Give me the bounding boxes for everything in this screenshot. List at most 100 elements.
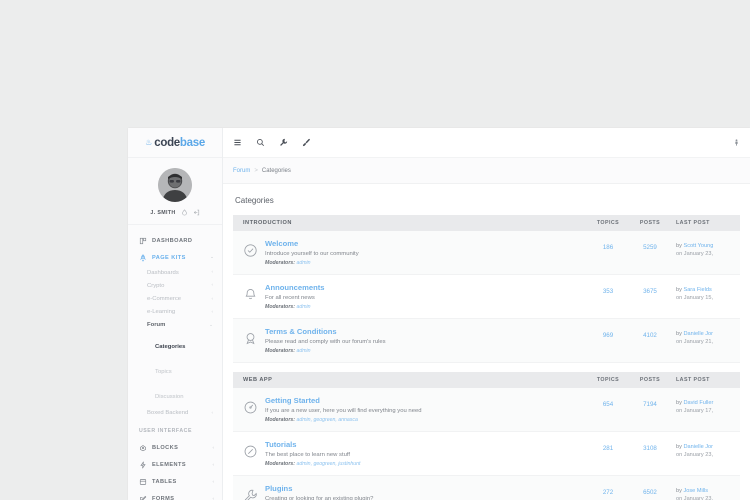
breadcrumb-link-forum[interactable]: Forum [233, 168, 250, 174]
forms-icon [139, 495, 147, 500]
sidebar-subitem-e-commerce[interactable]: e-Commerce ‹ [128, 292, 222, 305]
forum-title[interactable]: Getting Started [265, 396, 586, 405]
column-header-posts: POSTS [630, 220, 670, 226]
chevron-right-icon: ‹ [211, 411, 213, 416]
sidebar-item-label: PAGE KITS [152, 255, 205, 261]
moderators-label: Moderators: [265, 304, 295, 310]
moderator-link[interactable]: admin, geogreen, annasca [296, 417, 357, 423]
logout-icon[interactable] [193, 209, 200, 216]
table-row[interactable]: Terms & Conditions Please read and compl… [233, 319, 740, 363]
sidebar-subitem-label: Forum [147, 322, 165, 328]
forum-icon-wrap [243, 239, 265, 258]
droplet-icon[interactable] [181, 209, 188, 216]
category-header: INTRODUCTION TOPICS POSTS LAST POST [233, 215, 740, 231]
forum-moderators: Moderators: admin, geogreen, justinhunt [265, 461, 586, 467]
brand-logo[interactable]: ♨ codebase [128, 128, 222, 158]
chevron-right-icon: ‹ [212, 446, 214, 451]
column-header-topics: TOPICS [586, 220, 630, 226]
chevron-right-icon: ‹ [212, 480, 214, 485]
forum-moderators: Moderators: admin [265, 304, 586, 310]
last-post-author[interactable]: David Fuller [683, 400, 713, 406]
forum-icon-wrap [243, 327, 265, 346]
user-profile: J. SMITH [128, 158, 222, 225]
forum-submenu: Categories Topics Discussion [128, 332, 222, 406]
moderators-label: Moderators: [265, 260, 295, 266]
sidebar-subitem-boxed-backend[interactable]: Boxed Backend ‹ [128, 406, 222, 419]
forum-topics-count: 186 [586, 239, 630, 251]
sidebar-item-label: FORMS [152, 496, 207, 500]
page-kits-submenu: Dashboards ‹ Crypto ‹ e-Commerce ‹ e-Lea… [128, 266, 222, 419]
forum-last-post: by Danielle Jor on January 23, [670, 440, 730, 458]
forum-description: For all recent news [265, 295, 586, 301]
blocks-icon [139, 444, 147, 452]
sidebar-subitem-e-learning[interactable]: e-Learning ‹ [128, 306, 222, 319]
search-icon[interactable] [256, 138, 265, 147]
hamburger-menu-icon[interactable] [233, 138, 242, 147]
brand-name-part1: code [154, 137, 180, 149]
breadcrumb: Forum > Categories [223, 158, 750, 184]
flame-icon: ♨ [145, 139, 152, 147]
award-icon [243, 331, 258, 346]
sidebar-subitem-crypto[interactable]: Crypto ‹ [128, 279, 222, 292]
person-icon[interactable] [733, 137, 740, 148]
forum-description: Please read and comply with our forum's … [265, 339, 586, 345]
app-window: ♨ codebase [128, 128, 750, 500]
forum-title[interactable]: Announcements [265, 283, 586, 292]
moderator-link[interactable]: admin, geogreen, justinhunt [296, 461, 360, 467]
topbar-right [733, 137, 740, 148]
forum-topics-count: 272 [586, 484, 630, 496]
profile-name: J. SMITH [150, 210, 175, 216]
sidebar-item-topics[interactable]: Topics [128, 357, 222, 382]
last-post-author[interactable]: Jose Mills [683, 488, 708, 494]
forum-title[interactable]: Welcome [265, 239, 586, 248]
last-post-author[interactable]: Danielle Jor [683, 331, 713, 337]
table-row[interactable]: Tutorials The best place to learn new st… [233, 432, 740, 476]
sidebar-item-dashboard[interactable]: DASHBOARD [128, 232, 222, 249]
content-area: Categories INTRODUCTION TOPICS POSTS LAS… [223, 184, 750, 500]
category-name: INTRODUCTION [243, 220, 586, 226]
moderator-link[interactable]: admin [296, 304, 310, 310]
last-post-author[interactable]: Sara Fields [683, 287, 711, 293]
table-row[interactable]: Getting Started If you are a new user, h… [233, 388, 740, 432]
rocket-icon [139, 254, 147, 262]
forum-title[interactable]: Tutorials [265, 440, 586, 449]
tables-icon [139, 478, 147, 486]
sidebar-item-elements[interactable]: ELEMENTS ‹ [128, 456, 222, 473]
sidebar-item-page-kits[interactable]: PAGE KITS ⌄ [128, 249, 222, 266]
sidebar-section-user-interface: USER INTERFACE [128, 419, 222, 439]
sidebar-subitem-dashboards[interactable]: Dashboards ‹ [128, 266, 222, 279]
sidebar-subitem-forum[interactable]: Forum ⌄ [128, 319, 222, 332]
chevron-right-icon: ‹ [211, 310, 213, 315]
forum-last-post: by Sara Fields on January 15, [670, 283, 730, 301]
last-post-author[interactable]: Scott Young [683, 243, 713, 249]
table-row[interactable]: Plugins Creating or looking for an exist… [233, 476, 740, 500]
topbar [223, 128, 750, 158]
forum-title[interactable]: Plugins [265, 484, 586, 493]
forum-posts-count: 3675 [630, 283, 670, 295]
sidebar-item-tables[interactable]: TABLES ‹ [128, 473, 222, 490]
sidebar-item-discussion[interactable]: Discussion [128, 382, 222, 407]
last-post-date: on January 23, [676, 452, 730, 458]
brush-icon[interactable] [302, 138, 311, 147]
wrench-icon[interactable] [279, 138, 288, 147]
category-block: WEB APP TOPICS POSTS LAST POST Getting S… [233, 372, 740, 500]
moderator-link[interactable]: admin [296, 348, 310, 354]
sidebar-item-forms[interactable]: FORMS ‹ [128, 490, 222, 500]
forum-last-post: by David Fuller on January 17, [670, 396, 730, 414]
forum-title[interactable]: Terms & Conditions [265, 327, 586, 336]
breadcrumb-separator: > [254, 168, 258, 174]
table-row[interactable]: Announcements For all recent news Modera… [233, 275, 740, 319]
table-row[interactable]: Welcome Introduce yourself to our commun… [233, 231, 740, 275]
category-header: WEB APP TOPICS POSTS LAST POST [233, 372, 740, 388]
forum-moderators: Moderators: admin, geogreen, annasca [265, 417, 586, 423]
avatar[interactable] [158, 168, 192, 202]
column-header-topics: TOPICS [586, 377, 630, 383]
sidebar-item-blocks[interactable]: BLOCKS ‹ [128, 439, 222, 456]
forum-last-post: by Jose Mills on January 23, [670, 484, 730, 500]
column-header-last-post: LAST POST [670, 377, 730, 383]
last-post-author[interactable]: Danielle Jor [683, 444, 713, 450]
category-name: WEB APP [243, 377, 586, 383]
moderator-link[interactable]: admin [296, 260, 310, 266]
brand-name-part2: base [180, 137, 205, 149]
sidebar-item-categories[interactable]: Categories [128, 332, 222, 357]
